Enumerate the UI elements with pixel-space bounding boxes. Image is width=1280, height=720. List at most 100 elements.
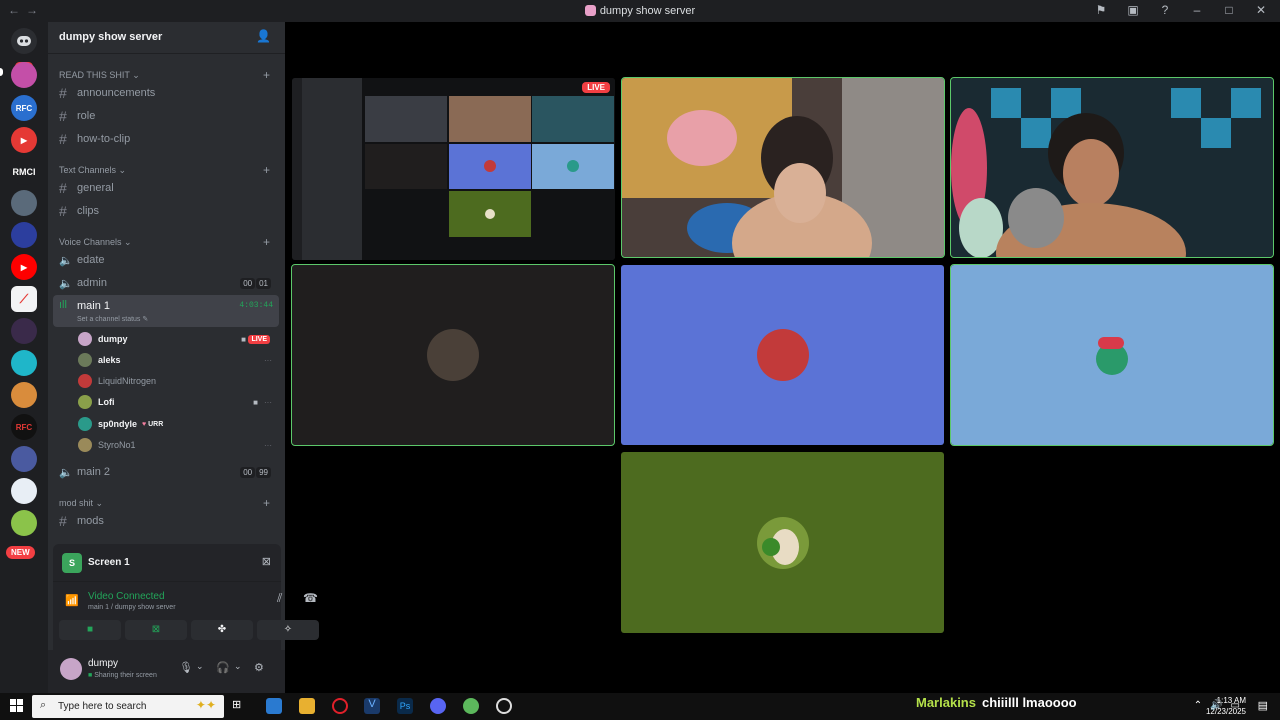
add-channel-icon[interactable]: + [263, 496, 270, 510]
task-view-icon[interactable]: ⊞ [232, 698, 248, 714]
invite-icon[interactable]: 👤 [256, 29, 271, 43]
category-text[interactable]: Text Channels ⌄ + [59, 163, 270, 177]
add-channel-icon[interactable]: + [263, 235, 270, 249]
headphones-icon[interactable]: 🎧 [216, 661, 230, 674]
voice-active-icon: ıll [59, 299, 67, 311]
video-tile[interactable] [621, 77, 945, 258]
server-icon[interactable]: ▶ [11, 254, 37, 280]
avatar [1086, 329, 1138, 381]
avatar [78, 374, 92, 388]
noise-suppression-icon[interactable]: ⫽ [277, 591, 282, 606]
channel-clips[interactable]: # clips [59, 201, 279, 221]
chevron-up-icon[interactable]: ⌃ [1194, 700, 1202, 711]
server-icon[interactable]: ⟋ [11, 286, 37, 312]
voice-tile[interactable] [950, 264, 1274, 446]
voice-tile[interactable] [291, 264, 615, 446]
channel-status[interactable]: Set a channel status ✎ [77, 315, 148, 323]
obs-icon[interactable] [496, 698, 512, 714]
server-icon[interactable] [11, 382, 37, 408]
flag-icon[interactable]: ⚑ [1094, 3, 1108, 17]
chevron-down-icon[interactable]: ⌄ [196, 661, 204, 672]
voice-channel-admin[interactable]: 🔈 admin 00 01 [59, 273, 279, 293]
disconnect-icon[interactable]: ☎ [303, 591, 318, 605]
server-name: dumpy show server [59, 31, 163, 43]
avatar [78, 438, 92, 452]
server-header[interactable]: dumpy show server ⌄ 👤 [48, 22, 285, 54]
voice-channel-main-2[interactable]: 🔈 main 2 00 99 [59, 462, 279, 482]
server-icon[interactable]: ▶ [11, 127, 37, 153]
add-channel-icon[interactable]: + [263, 163, 270, 177]
server-icon[interactable] [11, 190, 37, 216]
screen-share-button[interactable]: ⊠ [125, 620, 187, 640]
microphone-icon[interactable]: 🎙 [179, 661, 193, 674]
avatar [78, 395, 92, 409]
server-icon[interactable] [11, 318, 37, 344]
voice-user[interactable]: aleks ··· [78, 350, 278, 370]
category-read[interactable]: READ THIS SHIT ⌄ + [59, 68, 270, 82]
voice-tile[interactable] [621, 452, 944, 633]
dm-home-icon[interactable] [11, 28, 37, 54]
category-voice[interactable]: Voice Channels ⌄ + [59, 235, 270, 249]
channel-announcements[interactable]: # announcements [59, 83, 279, 103]
activities-button[interactable]: ✤ [191, 620, 253, 640]
windows-start-icon[interactable] [10, 699, 23, 712]
server-icon[interactable] [11, 350, 37, 376]
app-icon[interactable] [463, 698, 479, 714]
camera-button[interactable]: ■ [59, 620, 121, 640]
maximize-icon[interactable]: □ [1222, 3, 1236, 17]
user-tag: ♥ URR [142, 420, 164, 428]
active-indicator [0, 68, 3, 76]
voice-user[interactable]: Lofi ■ ··· [78, 392, 278, 412]
notification-icon[interactable]: ▤ [1258, 699, 1268, 712]
title-bar: ←→ dumpy show server ⚑ ▣ ? – □ ✕ [0, 0, 1280, 22]
channel-role[interactable]: # role [59, 106, 279, 126]
avatar [756, 329, 809, 381]
minimize-icon[interactable]: – [1190, 3, 1204, 17]
vegas-icon[interactable]: V [364, 698, 380, 714]
camera-icon: ■ [253, 397, 258, 407]
server-icon[interactable] [11, 446, 37, 472]
voice-tile[interactable] [621, 265, 944, 445]
settings-icon[interactable]: ⚙ [254, 661, 264, 674]
server-icon[interactable]: RFC [11, 414, 37, 440]
server-icon[interactable] [11, 222, 37, 248]
taskbar-search[interactable]: ⌕ Type here to search ✦✦ [32, 695, 224, 718]
user-status: ■ Sharing their screen [88, 672, 157, 679]
system-clock[interactable]: 1:13 AM 12/23/2025 [1206, 695, 1246, 717]
more-icon: ··· [264, 397, 272, 407]
server-icon[interactable] [11, 510, 37, 536]
photoshop-icon[interactable]: Ps [397, 698, 413, 714]
server-icon[interactable]: RFC [11, 95, 37, 121]
server-icon[interactable] [11, 478, 37, 504]
voice-user[interactable]: dumpy ■ LIVE [78, 329, 278, 349]
signal-icon[interactable]: 📶 [65, 594, 79, 607]
discord-icon[interactable] [430, 698, 446, 714]
close-icon[interactable]: ✕ [1254, 3, 1268, 17]
inbox-icon[interactable]: ▣ [1126, 3, 1140, 17]
window-title: dumpy show server [0, 5, 1280, 17]
voice-channel-main-1[interactable]: ıll main 1 Set a channel status ✎ 4:03:4… [53, 295, 279, 327]
channel-mods[interactable]: # mods [59, 511, 279, 531]
channel-how-to-clip[interactable]: # how-to-clip [59, 129, 279, 149]
file-explorer-icon[interactable] [299, 698, 315, 714]
category-mod[interactable]: mod shit ⌄ + [59, 496, 270, 510]
server-icon[interactable]: RMCI [11, 159, 37, 185]
stop-share-icon[interactable]: ⊠ [262, 555, 271, 568]
opera-icon[interactable] [332, 698, 348, 714]
app-icon[interactable] [266, 698, 282, 714]
screen-icon: S [62, 553, 82, 573]
server-icon[interactable] [11, 62, 37, 88]
voice-channel-edate[interactable]: 🔈 edate [59, 250, 279, 270]
add-channel-icon[interactable]: + [263, 68, 270, 82]
stream-tile[interactable]: LIVE [292, 78, 615, 260]
soundboard-button[interactable]: ✧ [257, 620, 319, 640]
avatar[interactable] [60, 658, 82, 680]
voice-user[interactable]: sp0ndyle ♥ URR [78, 414, 278, 434]
voice-user[interactable]: LiquidNitrogen [78, 371, 278, 391]
channel-general[interactable]: # general [59, 178, 279, 198]
video-tile[interactable] [950, 77, 1274, 258]
chevron-down-icon[interactable]: ⌄ [234, 661, 242, 672]
connection-status: Video Connected [88, 591, 165, 602]
voice-user[interactable]: StyroNo1 ··· [78, 435, 278, 455]
help-icon[interactable]: ? [1158, 3, 1172, 17]
